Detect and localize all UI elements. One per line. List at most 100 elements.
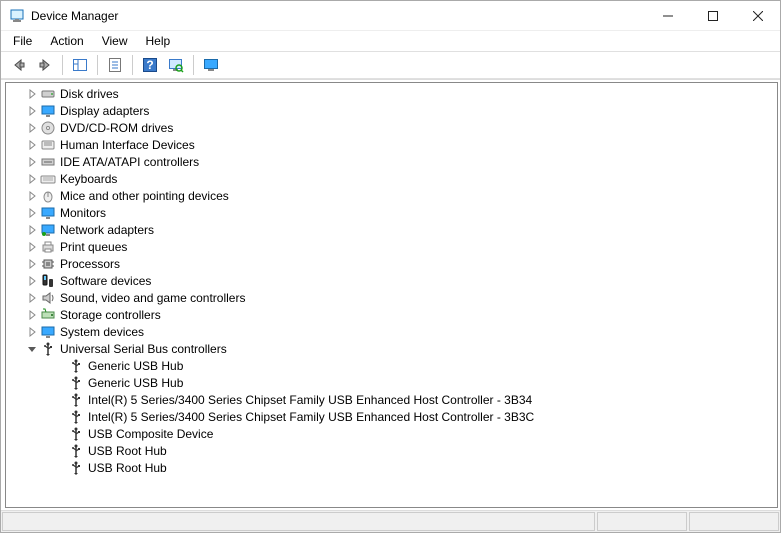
tree-node[interactable]: Keyboards (6, 170, 777, 187)
toolbar-show-hide-button[interactable] (68, 53, 92, 77)
usb-icon (68, 460, 84, 476)
tree-node-label: Mice and other pointing devices (60, 189, 229, 203)
toolbar: ? (1, 51, 780, 79)
menu-help[interactable]: Help (138, 33, 179, 49)
chevron-right-icon[interactable] (26, 190, 38, 202)
chevron-right-icon[interactable] (26, 292, 38, 304)
tree-node-label: Universal Serial Bus controllers (60, 342, 227, 356)
tree-node[interactable]: Storage controllers (6, 306, 777, 323)
tree-node[interactable]: DVD/CD-ROM drives (6, 119, 777, 136)
toolbar-monitor-button[interactable] (199, 53, 223, 77)
menu-file[interactable]: File (5, 33, 40, 49)
tree-node[interactable]: Universal Serial Bus controllers (6, 340, 777, 357)
tree-child-label: USB Composite Device (88, 427, 213, 441)
chevron-right-icon[interactable] (26, 224, 38, 236)
dvd-icon (40, 120, 56, 136)
tree-node-label: Processors (60, 257, 120, 271)
usb-icon (68, 409, 84, 425)
expander-empty (54, 394, 66, 406)
tree-child-label: USB Root Hub (88, 444, 167, 458)
tree-node-label: IDE ATA/ATAPI controllers (60, 155, 199, 169)
tree-node[interactable]: Network adapters (6, 221, 777, 238)
expander-empty (54, 445, 66, 457)
toolbar-separator (193, 55, 194, 75)
menu-view[interactable]: View (94, 33, 136, 49)
chevron-right-icon[interactable] (26, 258, 38, 270)
tree-child-node[interactable]: Generic USB Hub (6, 374, 777, 391)
menu-action[interactable]: Action (42, 33, 91, 49)
tree-node-label: Network adapters (60, 223, 154, 237)
mouse-icon (40, 188, 56, 204)
close-button[interactable] (735, 1, 780, 30)
chevron-right-icon[interactable] (26, 275, 38, 287)
tree-child-node[interactable]: USB Root Hub (6, 442, 777, 459)
tree-node[interactable]: IDE ATA/ATAPI controllers (6, 153, 777, 170)
tree-child-node[interactable]: Intel(R) 5 Series/3400 Series Chipset Fa… (6, 408, 777, 425)
chevron-right-icon[interactable] (26, 156, 38, 168)
minimize-button[interactable] (645, 1, 690, 30)
chevron-right-icon[interactable] (26, 139, 38, 151)
expander-empty (54, 360, 66, 372)
tree-node-label: Display adapters (60, 104, 149, 118)
tree-node-label: Sound, video and game controllers (60, 291, 245, 305)
tree-node[interactable]: Display adapters (6, 102, 777, 119)
usb-icon (68, 375, 84, 391)
chevron-right-icon[interactable] (26, 309, 38, 321)
tree-node[interactable]: System devices (6, 323, 777, 340)
tree-node[interactable]: Sound, video and game controllers (6, 289, 777, 306)
tree-node[interactable]: Processors (6, 255, 777, 272)
statusbar (1, 510, 780, 532)
usb-icon (68, 443, 84, 459)
chevron-right-icon[interactable] (26, 173, 38, 185)
titlebar: Device Manager (1, 1, 780, 31)
maximize-button[interactable] (690, 1, 735, 30)
system-icon (40, 324, 56, 340)
tree-node[interactable]: Human Interface Devices (6, 136, 777, 153)
status-panel-aux1 (597, 512, 687, 531)
expander-empty (54, 462, 66, 474)
tree-node[interactable]: Print queues (6, 238, 777, 255)
hid-icon (40, 137, 56, 153)
chevron-right-icon[interactable] (26, 122, 38, 134)
expander-empty (54, 377, 66, 389)
usb-icon (68, 426, 84, 442)
toolbar-back-button[interactable] (7, 53, 31, 77)
usb-icon (40, 341, 56, 357)
ide-icon (40, 154, 56, 170)
chevron-right-icon[interactable] (26, 241, 38, 253)
display-icon (40, 103, 56, 119)
tree-node[interactable]: Software devices (6, 272, 777, 289)
chevron-right-icon[interactable] (26, 105, 38, 117)
toolbar-separator (132, 55, 133, 75)
toolbar-separator (97, 55, 98, 75)
tree-node-label: Human Interface Devices (60, 138, 195, 152)
usb-icon (68, 392, 84, 408)
tree-child-node[interactable]: Generic USB Hub (6, 357, 777, 374)
chevron-down-icon[interactable] (26, 343, 38, 355)
toolbar-scan-button[interactable] (164, 53, 188, 77)
tree-node-label: Software devices (60, 274, 151, 288)
chevron-right-icon[interactable] (26, 88, 38, 100)
tree-node[interactable]: Mice and other pointing devices (6, 187, 777, 204)
chevron-right-icon[interactable] (26, 207, 38, 219)
cpu-icon (40, 256, 56, 272)
toolbar-help-button[interactable]: ? (138, 53, 162, 77)
tree-node[interactable]: Monitors (6, 204, 777, 221)
device-tree[interactable]: Disk drives Display adaptersDVD/CD-ROM dr… (5, 82, 778, 508)
toolbar-properties-button[interactable] (103, 53, 127, 77)
usb-icon (68, 358, 84, 374)
tree-node[interactable]: Disk drives (6, 85, 777, 102)
tree-node-label: Monitors (60, 206, 106, 220)
printer-icon (40, 239, 56, 255)
tree-child-label: Intel(R) 5 Series/3400 Series Chipset Fa… (88, 393, 532, 407)
tree-child-label: Intel(R) 5 Series/3400 Series Chipset Fa… (88, 410, 534, 424)
tree-child-node[interactable]: Intel(R) 5 Series/3400 Series Chipset Fa… (6, 391, 777, 408)
tree-child-node[interactable]: USB Composite Device (6, 425, 777, 442)
window-title: Device Manager (31, 9, 645, 23)
chevron-right-icon[interactable] (26, 326, 38, 338)
tree-node-label: Keyboards (60, 172, 117, 186)
tree-child-node[interactable]: USB Root Hub (6, 459, 777, 476)
status-panel-main (2, 512, 595, 531)
toolbar-forward-button[interactable] (33, 53, 57, 77)
content-area: Disk drives Display adaptersDVD/CD-ROM dr… (1, 79, 780, 510)
